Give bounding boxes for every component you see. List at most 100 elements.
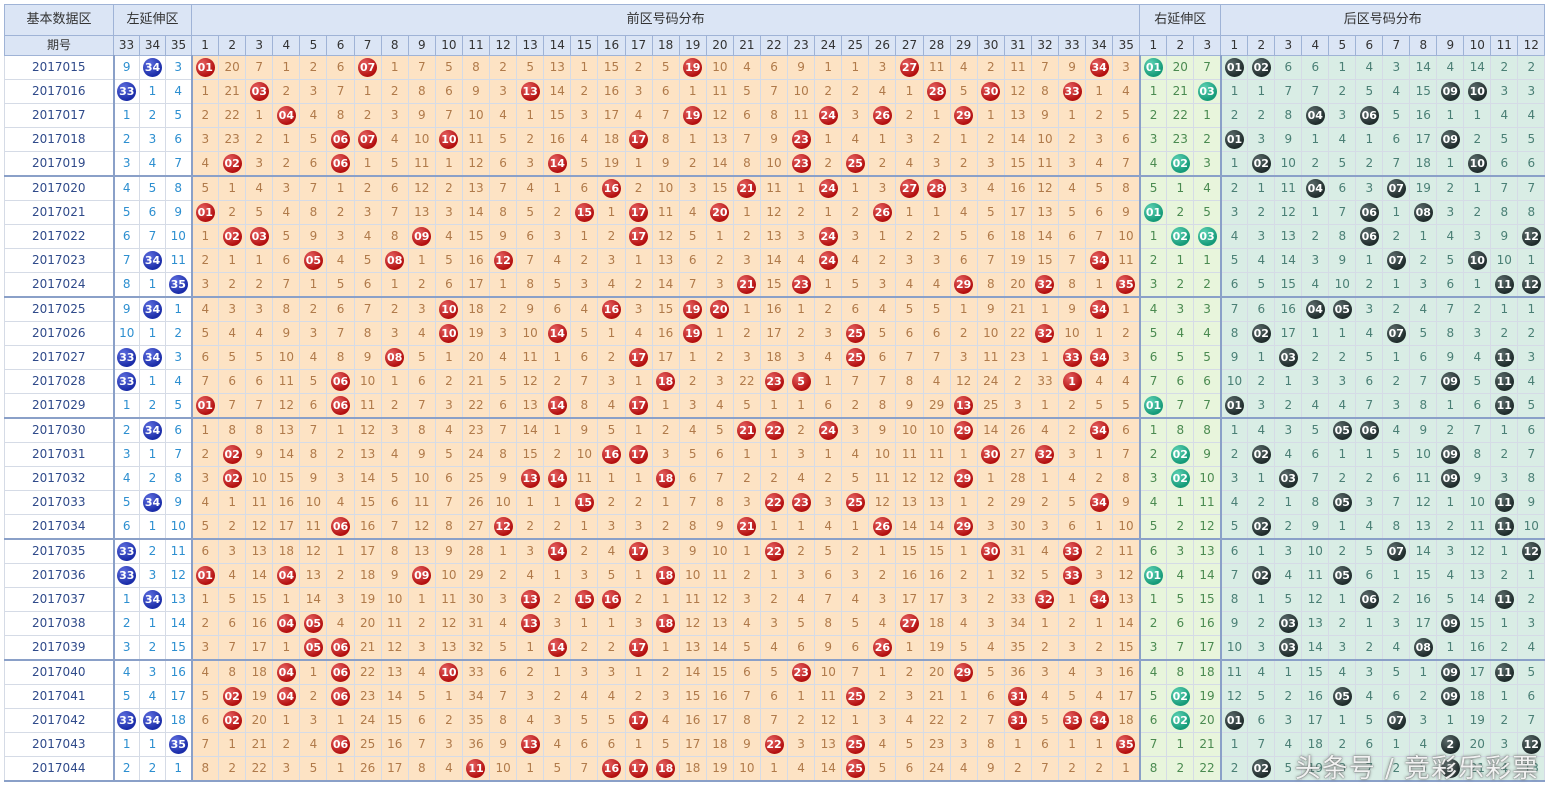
front-cell: 22: [759, 490, 789, 515]
period-cell: 2017026: [4, 321, 114, 346]
table-row: 2017040 4 3 16 4 8 18 04 1 06 22 13 4 10 33 6 2 1 3 3 1 2 14 15…: [4, 659, 1546, 685]
front-cell: 4: [353, 224, 382, 249]
front-cell: 8: [272, 296, 301, 322]
right-ext-cell: 9: [1193, 442, 1222, 467]
back-cell-ball: 03: [1278, 638, 1298, 657]
back-cell: 2: [1490, 442, 1519, 467]
front-cell: 15: [922, 538, 951, 564]
front-cell: 1: [1085, 272, 1114, 298]
front-cell: 3: [299, 79, 328, 104]
section-left-ext: 左延伸区: [113, 4, 192, 36]
back-cell: 2: [1463, 200, 1492, 225]
front-cell: 7: [326, 79, 355, 104]
back-cell: 7: [1274, 79, 1303, 104]
back-cell: 1: [1301, 200, 1330, 225]
front-cell: 3: [841, 224, 870, 249]
front-cell: 2: [1030, 490, 1060, 515]
front-cell-ball: 14: [547, 638, 567, 657]
front-cell: 3: [1057, 635, 1087, 661]
front-cell: 1: [1085, 732, 1114, 757]
front-cell: 24: [814, 248, 843, 273]
back-cell: 05: [1328, 296, 1357, 322]
front-cell: 10: [705, 55, 734, 80]
right-col-header: 3: [1193, 35, 1222, 56]
back-cell: 6: [1355, 563, 1384, 588]
front-cell: 1: [272, 55, 301, 80]
front-cell-ball: 14: [547, 469, 567, 488]
front-cell: 15: [759, 272, 789, 298]
front-cell: 7: [380, 200, 409, 225]
front-cell: 3: [841, 563, 870, 588]
front-cell: 1: [1003, 732, 1032, 757]
front-cell: 2: [218, 756, 247, 782]
front-cell: 29: [1003, 490, 1032, 515]
back-cell: 1: [1328, 55, 1357, 80]
front-cell: 24: [922, 756, 951, 782]
front-cell: 3: [949, 345, 978, 370]
front-cell: 23: [759, 369, 789, 394]
front-cell-ball: 29: [954, 469, 974, 488]
front-cell: 16: [759, 296, 789, 322]
front-cell: 2: [922, 224, 951, 249]
front-cell: 06: [326, 635, 355, 661]
front-cell: 5: [787, 369, 816, 394]
front-cell: 4: [841, 587, 870, 612]
front-cell: 04: [272, 563, 301, 588]
front-cell: 21: [218, 79, 247, 104]
front-cell: 1: [1057, 732, 1087, 757]
front-cell: 16: [1003, 175, 1032, 201]
front-cell: 14: [1003, 127, 1032, 152]
front-cell: 3: [787, 563, 816, 588]
front-cell-ball: 13: [520, 590, 540, 609]
front-cell: 6: [190, 538, 220, 564]
right-ext-cell: 4: [1166, 321, 1195, 346]
back-cell: 2: [1301, 345, 1330, 370]
back-cell: 1: [1301, 321, 1330, 346]
back-cell: 7: [1301, 466, 1330, 491]
table-row: 2017042 33 34 18 6 02 20 1 3 1 24 15 6 2 35 8 4 3 5 5 17 4 16 1…: [4, 708, 1546, 733]
front-cell: 32: [1030, 272, 1060, 298]
front-cell: 12: [407, 514, 436, 540]
back-cell: 02: [1247, 514, 1276, 540]
left-ext-cell-ball: 34: [143, 251, 162, 270]
front-cell: 32: [461, 635, 491, 661]
back-cell: 5: [1382, 103, 1411, 128]
front-cell: 24: [976, 369, 1005, 394]
front-cell-ball: 23: [791, 493, 811, 512]
back-cell: 2: [1328, 345, 1357, 370]
front-cell: 1: [705, 321, 734, 346]
front-cell: 18: [759, 345, 789, 370]
front-cell: 11: [407, 490, 436, 515]
front-cell: 9: [299, 466, 328, 491]
front-cell: 11: [678, 587, 707, 612]
front-cell-ball: 22: [764, 421, 784, 440]
front-cell: 08: [380, 345, 409, 370]
front-cell: 4: [407, 321, 436, 346]
front-cell: 2: [868, 248, 897, 273]
back-cell: 4: [1274, 442, 1303, 467]
back-cell: 1: [1219, 732, 1249, 757]
front-cell: 2: [245, 272, 274, 298]
front-cell: 3: [570, 563, 599, 588]
front-cell: 3: [624, 611, 653, 636]
front-cell: 5: [841, 611, 870, 636]
front-cell-ball: 01: [195, 203, 215, 222]
front-cell: 3: [705, 272, 734, 298]
front-cell: 2: [976, 55, 1005, 80]
left-ext-cell: 1: [139, 79, 166, 104]
front-cell: 1: [190, 417, 220, 443]
front-cell: 3: [434, 200, 463, 225]
front-cell: 3: [597, 514, 626, 540]
front-cell: 1: [1057, 369, 1087, 394]
front-cell-ball: 18: [656, 566, 676, 585]
front-cell: 10: [570, 442, 599, 467]
front-cell: 14: [272, 442, 301, 467]
left-ext-cell-ball: 33: [117, 566, 137, 585]
period-cell: 2017015: [4, 55, 114, 80]
front-cell: 14: [705, 151, 734, 177]
front-cell: 2: [976, 587, 1005, 612]
back-cell: 3: [1301, 248, 1330, 273]
back-cell: 7: [1382, 151, 1411, 177]
left-ext-cell: 33: [112, 369, 140, 394]
front-cell-ball: 29: [954, 275, 974, 294]
